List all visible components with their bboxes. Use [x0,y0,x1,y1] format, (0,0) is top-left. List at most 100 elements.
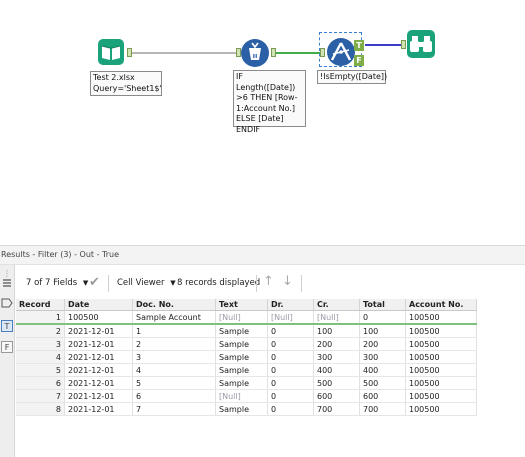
table-cell[interactable]: [Null] [215,389,268,403]
table-cell[interactable]: 100500 [405,337,477,351]
table-cell[interactable]: 200 [313,337,360,351]
filter-input-anchor[interactable] [320,48,325,57]
table-row[interactable]: 3 2021-12-01 2 Sample 0 200 200 100500 [16,337,477,351]
table-cell[interactable]: [Null] [313,310,360,325]
table-view-icon[interactable] [1,277,13,289]
browse-tool[interactable] [406,29,436,59]
formula-tool[interactable]: ıı [240,38,270,68]
table-cell[interactable]: Sample [215,402,268,416]
table-row[interactable]: 4 2021-12-01 3 Sample 0 300 300 100500 [16,350,477,364]
table-cell[interactable]: 5 [132,376,216,390]
arrow-up-icon[interactable]: ↑ [263,274,274,289]
column-header[interactable]: Text [215,299,268,311]
table-cell[interactable]: 100 [313,324,360,338]
results-side-strip: ⋮ T F [0,265,15,457]
cell-viewer-dropdown[interactable]: Cell Viewer ▼ [117,278,176,288]
table-cell[interactable]: 100500 [405,310,477,325]
table-cell[interactable]: 300 [313,350,360,364]
table-cell[interactable]: 2021-12-01 [64,324,133,338]
table-cell[interactable]: 2 [132,337,216,351]
table-cell[interactable]: Sample [215,363,268,377]
table-cell[interactable]: 6 [132,389,216,403]
table-cell[interactable]: [Null] [267,310,314,325]
record-number-cell[interactable]: 8 [16,402,65,416]
table-row[interactable]: 7 2021-12-01 6 [Null] 0 600 600 100500 [16,389,477,403]
table-cell[interactable]: 0 [267,389,314,403]
column-header[interactable]: Total [359,299,406,311]
table-cell[interactable]: 0 [267,376,314,390]
column-header[interactable]: Account No. [405,299,477,311]
filter-false-anchor[interactable]: F [354,55,364,66]
table-cell[interactable]: 100500 [405,389,477,403]
table-cell[interactable]: 0 [267,337,314,351]
input-data-tool[interactable] [96,37,126,67]
table-cell[interactable]: 500 [313,376,360,390]
table-cell[interactable]: 300 [359,350,406,364]
table-row[interactable]: 2 2021-12-01 1 Sample 0 100 100 100500 [16,324,477,338]
column-header[interactable]: Record [16,299,65,311]
false-output-tab[interactable]: F [1,341,13,353]
table-cell[interactable]: 2021-12-01 [64,363,133,377]
table-cell[interactable]: 400 [313,363,360,377]
table-cell[interactable]: 0 [267,324,314,338]
table-cell[interactable]: Sample [215,376,268,390]
table-row[interactable]: 8 2021-12-01 7 Sample 0 700 700 100500 [16,402,477,416]
table-cell[interactable]: 2021-12-01 [64,350,133,364]
record-number-cell[interactable]: 5 [16,363,65,377]
table-cell[interactable]: 100500 [405,324,477,338]
column-header[interactable]: Doc. No. [132,299,216,311]
table-row[interactable]: 5 2021-12-01 4 Sample 0 400 400 100500 [16,363,477,377]
fields-dropdown[interactable]: 7 of 7 Fields ▼ [26,278,88,288]
metadata-view-icon[interactable] [1,297,13,309]
table-row[interactable]: 6 2021-12-01 5 Sample 0 500 500 100500 [16,376,477,390]
table-cell[interactable]: Sample Account [132,310,216,325]
table-cell[interactable]: 4 [132,363,216,377]
table-cell[interactable]: 0 [267,363,314,377]
table-cell[interactable]: Sample [215,350,268,364]
table-cell[interactable]: 2021-12-01 [64,337,133,351]
workflow-canvas[interactable]: ıı T F Test 2.xlsx Query='Sheet1$' IF Le… [0,0,525,244]
table-cell[interactable]: 700 [313,402,360,416]
table-cell[interactable]: 7 [132,402,216,416]
record-number-cell[interactable]: 4 [16,350,65,364]
table-cell[interactable]: 100500 [405,376,477,390]
column-header[interactable]: Dr. [267,299,314,311]
table-row[interactable]: 1 100500 Sample Account [Null] [Null] [Null] 0… [16,310,477,325]
table-cell[interactable]: 2021-12-01 [64,389,133,403]
table-cell[interactable]: 3 [132,350,216,364]
record-number-cell[interactable]: 2 [16,324,65,338]
table-cell[interactable]: 500 [359,376,406,390]
table-cell[interactable]: Sample [215,324,268,338]
table-cell[interactable]: 100 [359,324,406,338]
filter-true-anchor[interactable]: T [354,40,364,51]
filter-tool[interactable] [326,37,356,67]
table-cell[interactable]: 2021-12-01 [64,376,133,390]
table-cell[interactable]: 600 [359,389,406,403]
table-cell[interactable]: 0 [359,310,406,325]
svg-text:ıı: ıı [253,52,258,60]
table-cell[interactable]: 1 [132,324,216,338]
column-header[interactable]: Cr. [313,299,360,311]
table-cell[interactable]: 600 [313,389,360,403]
table-cell[interactable]: 0 [267,402,314,416]
record-number-cell[interactable]: 3 [16,337,65,351]
apply-checkmark-icon[interactable]: ✔ [89,275,100,290]
table-cell[interactable]: 0 [267,350,314,364]
table-cell[interactable]: Sample [215,337,268,351]
record-number-cell[interactable]: 6 [16,376,65,390]
table-cell[interactable]: 400 [359,363,406,377]
record-number-cell[interactable]: 1 [16,310,65,325]
arrow-down-icon[interactable]: ↓ [282,274,293,289]
cell-viewer-label: Cell Viewer [117,278,165,288]
table-cell[interactable]: 100500 [405,402,477,416]
table-cell[interactable]: 100500 [64,310,133,325]
table-cell[interactable]: 2021-12-01 [64,402,133,416]
table-cell[interactable]: 100500 [405,350,477,364]
true-output-tab[interactable]: T [1,320,13,332]
table-cell[interactable]: [Null] [215,310,268,325]
record-number-cell[interactable]: 7 [16,389,65,403]
table-cell[interactable]: 200 [359,337,406,351]
table-cell[interactable]: 700 [359,402,406,416]
column-header[interactable]: Date [64,299,133,311]
table-cell[interactable]: 100500 [405,363,477,377]
